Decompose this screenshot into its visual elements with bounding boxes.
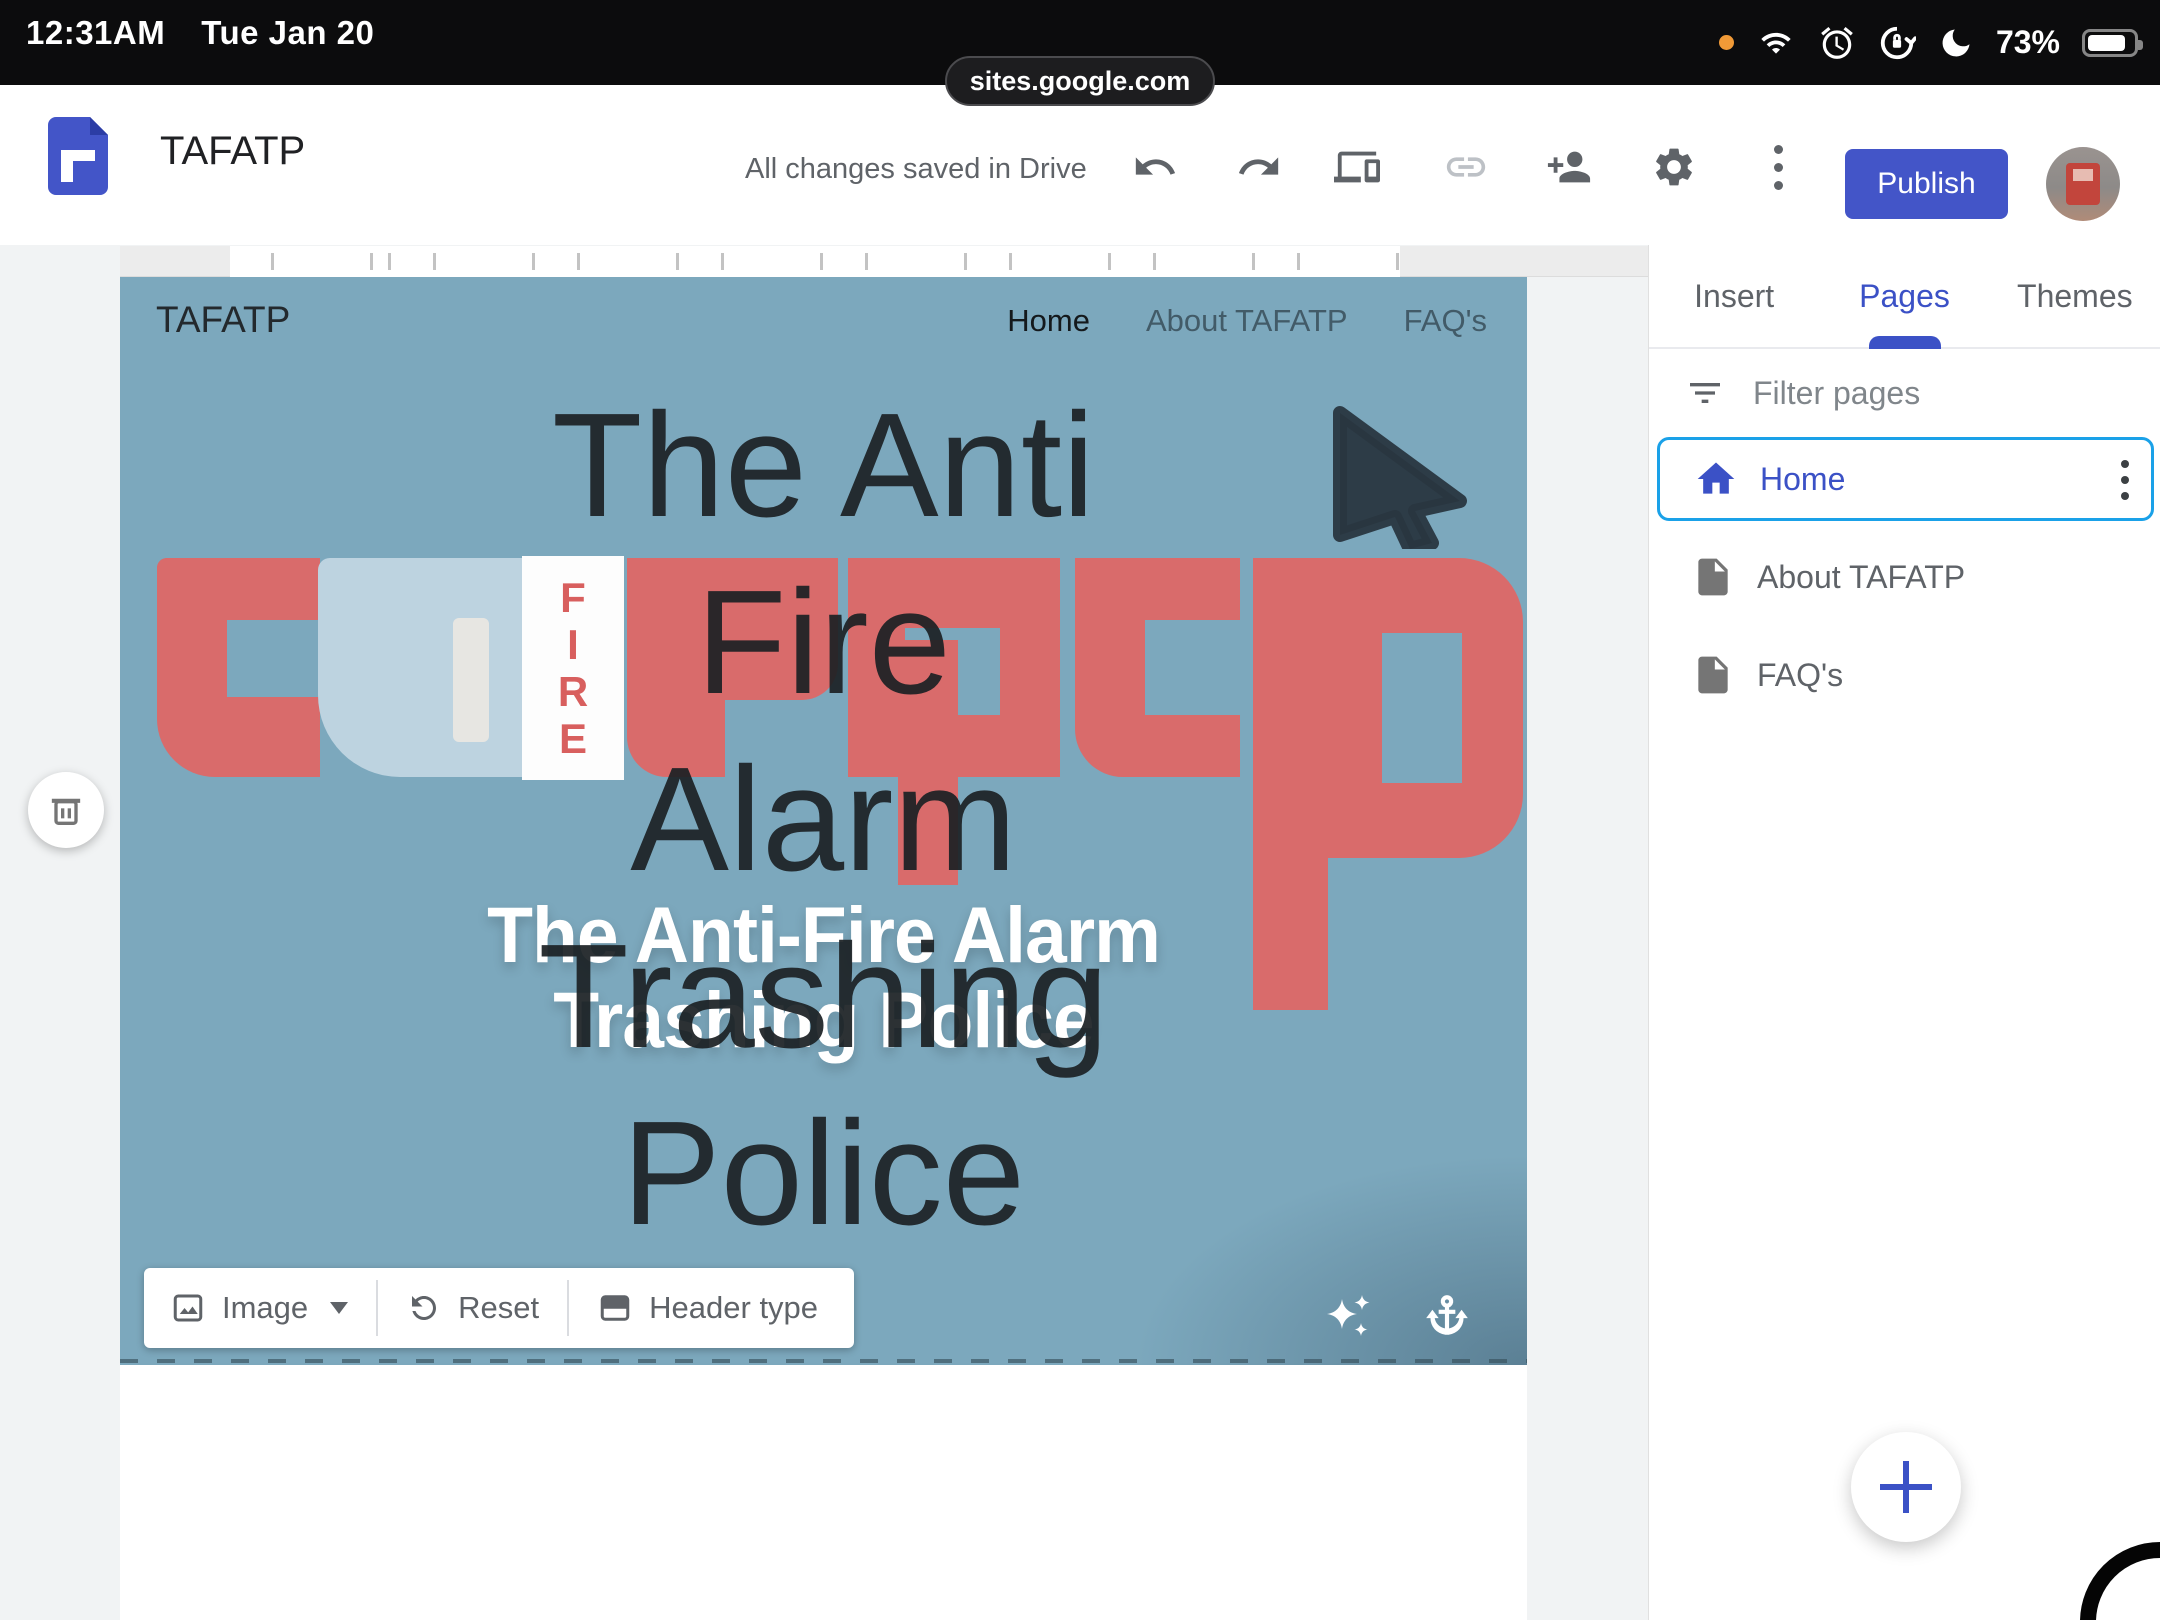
page-item-about[interactable]: About TAFATP xyxy=(1657,535,2154,619)
account-avatar[interactable] xyxy=(2046,147,2120,221)
page-item-faq[interactable]: FAQ's xyxy=(1657,633,2154,717)
editor-toolbar: TAFATP All changes saved in Drive Publis… xyxy=(0,85,2160,245)
editor-sidebar: Insert Pages Themes Home About TAFATP xyxy=(1648,245,2160,1620)
reset-button[interactable]: Reset xyxy=(406,1290,539,1326)
battery-percent: 73% xyxy=(1996,24,2060,61)
status-icons: 73% xyxy=(1719,0,2138,85)
add-page-button[interactable] xyxy=(1851,1432,1961,1542)
browser-url-pill[interactable]: sites.google.com xyxy=(945,56,1215,106)
sidebar-tabs: Insert Pages Themes xyxy=(1649,245,2160,349)
filter-pages-input[interactable] xyxy=(1753,375,2083,412)
battery-icon xyxy=(2082,29,2138,57)
active-tab-indicator xyxy=(1869,336,1941,349)
moon-icon xyxy=(1938,25,1974,61)
ruler-ticks xyxy=(230,253,1400,270)
copy-link-button[interactable] xyxy=(1440,141,1492,193)
header-type-button[interactable]: Header type xyxy=(597,1290,818,1326)
hero-header-section[interactable]: TAFATP Home About TAFATP FAQ's xyxy=(120,277,1527,1365)
alarm-icon xyxy=(1818,24,1856,62)
filter-pages-row xyxy=(1649,349,2160,437)
page-label: FAQ's xyxy=(1757,657,1843,694)
nav-faq[interactable]: FAQ's xyxy=(1404,303,1487,339)
save-status: All changes saved in Drive xyxy=(745,153,1087,186)
screen: 12:31AM Tue Jan 20 73% sites.google.com T… xyxy=(0,0,2160,1620)
hero-title-line: Trashing xyxy=(120,908,1527,1085)
tab-themes[interactable]: Themes xyxy=(1990,245,2160,347)
publish-button[interactable]: Publish xyxy=(1845,149,2008,219)
more-menu-button[interactable] xyxy=(1752,141,1804,193)
home-icon xyxy=(1694,457,1738,501)
page-options-button[interactable] xyxy=(2121,460,2129,500)
site-canvas: TAFATP Home About TAFATP FAQ's xyxy=(120,277,1527,1620)
site-nav: TAFATP Home About TAFATP FAQ's xyxy=(120,277,1527,347)
image-menu-button[interactable]: Image xyxy=(170,1290,348,1326)
share-add-person-button[interactable] xyxy=(1543,141,1595,193)
hero-title[interactable]: The Anti Fire Alarm Trashing Police xyxy=(120,377,1527,1262)
mic-indicator-icon xyxy=(1719,35,1734,50)
ruler xyxy=(120,246,1648,277)
delete-section-button[interactable] xyxy=(28,772,104,848)
hero-title-line: Fire xyxy=(120,554,1527,731)
workspace: TAFATP Home About TAFATP FAQ's xyxy=(0,245,2160,1620)
section-selection-border xyxy=(120,1359,1527,1363)
rotation-lock-icon xyxy=(1878,24,1916,62)
magic-sparkle-icon[interactable] xyxy=(1324,1291,1376,1343)
hero-title-line: Police xyxy=(120,1085,1527,1262)
nav-home[interactable]: Home xyxy=(1007,303,1090,339)
screen-corner-arc xyxy=(2074,1536,2160,1620)
hero-title-line: Alarm xyxy=(120,731,1527,908)
chevron-down-icon xyxy=(330,1302,348,1314)
hero-title-line: The Anti xyxy=(120,377,1527,554)
device-preview-button[interactable] xyxy=(1331,141,1383,193)
image-icon xyxy=(170,1290,206,1326)
undo-button[interactable] xyxy=(1129,141,1181,193)
tab-insert[interactable]: Insert xyxy=(1649,245,1819,347)
status-time-date: 12:31AM Tue Jan 20 xyxy=(26,14,374,52)
page-body[interactable] xyxy=(120,1365,1527,1620)
page-label: Home xyxy=(1760,461,1845,498)
tab-pages[interactable]: Pages xyxy=(1819,245,1989,347)
settings-gear-button[interactable] xyxy=(1648,141,1700,193)
header-type-icon xyxy=(597,1290,633,1326)
cursor-arrow-graphic xyxy=(1318,403,1470,549)
page-icon xyxy=(1691,555,1735,599)
status-date: Tue Jan 20 xyxy=(201,14,374,51)
header-edit-toolbar: Image Reset Header type xyxy=(144,1268,854,1348)
trash-icon xyxy=(46,790,86,830)
status-time: 12:31AM xyxy=(26,14,165,51)
reset-icon xyxy=(406,1290,442,1326)
nav-about[interactable]: About TAFATP xyxy=(1146,303,1348,339)
document-title[interactable]: TAFATP xyxy=(160,129,305,174)
google-sites-logo-icon[interactable] xyxy=(48,117,108,195)
page-label: About TAFATP xyxy=(1757,559,1965,596)
site-title[interactable]: TAFATP xyxy=(156,299,290,341)
redo-button[interactable] xyxy=(1233,141,1285,193)
anchor-icon[interactable] xyxy=(1422,1291,1472,1341)
page-icon xyxy=(1691,653,1735,697)
plus-icon xyxy=(1880,1461,1932,1513)
page-item-home[interactable]: Home xyxy=(1657,437,2154,521)
wifi-icon xyxy=(1756,27,1796,59)
filter-icon xyxy=(1685,373,1725,413)
url-text: sites.google.com xyxy=(970,66,1191,97)
